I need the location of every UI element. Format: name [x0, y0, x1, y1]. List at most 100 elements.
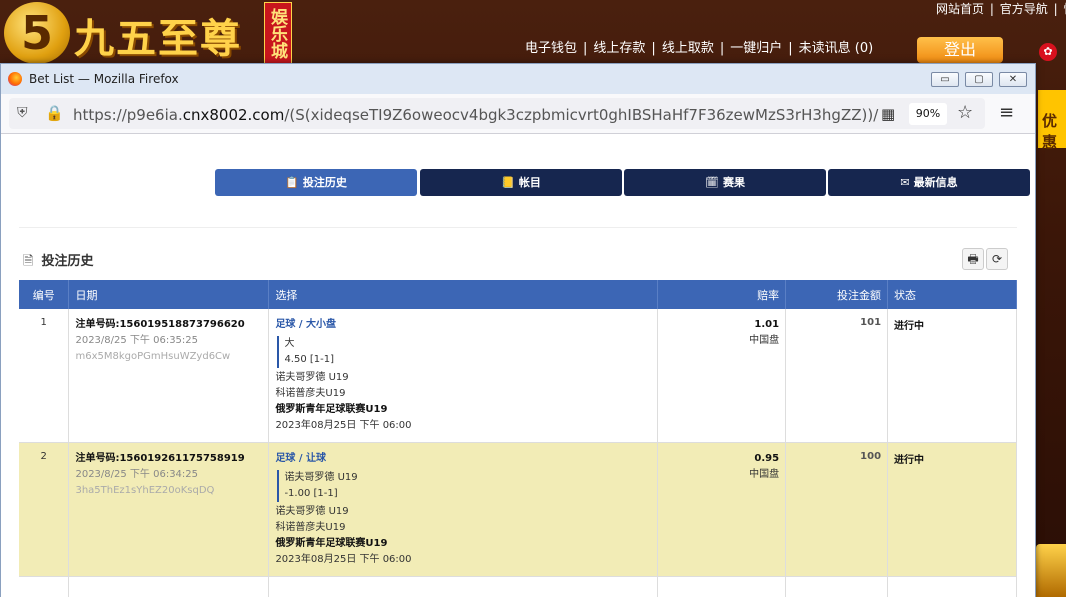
bet-line: -1.00 [1-1]	[284, 488, 338, 499]
bet-line: 4.50 [1-1]	[284, 354, 335, 365]
col-stake: 投注金额	[785, 280, 889, 309]
nav-consolidate[interactable]: 一键归户	[730, 41, 782, 56]
url-toolbar: ⛨ 🔒 https://p9e6ia.cnx8002.com/(S(xideqs…	[1, 94, 1035, 134]
bet-order-id: 注单号码:156019261175758919	[75, 453, 245, 464]
bet-stake: 100	[785, 442, 889, 577]
close-button[interactable]: ✕	[999, 72, 1027, 87]
bet-code: m6x5M8kgoPGmHsuWZyd6Cw	[75, 351, 231, 362]
bet-market: 足球 / 大小盘	[275, 319, 337, 330]
odds-type: 中国盘	[749, 469, 780, 480]
bookmark-star-icon[interactable]: ☆	[957, 102, 973, 123]
bet-number: 2	[19, 442, 70, 577]
bet-list-table: 编号 日期 选择 赔率 投注金额 状态 1 注单号码:1560195188737…	[19, 280, 1017, 597]
col-status: 状态	[887, 280, 1017, 309]
table-row: 2 注单号码:156019261175758919 2023/8/25 下午 0…	[19, 442, 1017, 577]
url-prefix: https://p9e6ia.	[73, 106, 183, 124]
firefox-icon	[8, 72, 22, 86]
tab-results[interactable]: 🗓 赛果	[624, 169, 826, 196]
stake-amount: 100	[860, 451, 882, 462]
table-header-row: 编号 日期 选择 赔率 投注金额 状态	[19, 280, 1017, 309]
url-domain: cnx8002.com	[182, 106, 285, 124]
nav-deposit[interactable]: 线上存款	[593, 41, 645, 56]
home-team: 诺夫哥罗德 U19	[275, 506, 349, 517]
away-team: 科诺普彦夫U19	[275, 522, 346, 533]
tab-label: 帐目	[518, 176, 541, 189]
brand-tag: 娱乐城	[264, 2, 292, 64]
clipboard-icon: 📋	[285, 176, 299, 189]
bet-date-cell: 注单号码:156019261175758919 2023/8/25 下午 06:…	[68, 442, 270, 577]
promo-side-tab[interactable]: 优惠	[1038, 90, 1066, 151]
tab-account[interactable]: 📒 帐目	[420, 169, 622, 196]
bet-pick: 诺夫哥罗德 U19	[284, 472, 358, 483]
hk-flag-icon[interactable]: ✿	[1039, 43, 1057, 61]
table-row	[19, 576, 1017, 597]
col-date: 日期	[68, 280, 270, 309]
divider	[19, 227, 1017, 228]
bet-status: 进行中	[887, 309, 1017, 443]
page-content: 📋 投注历史 📒 帐目 🗓 赛果 ✉ 最新信息 🗎 投注历史 🖶 ⟳ 编号 日期 选择 赔…	[1, 135, 1035, 597]
minimize-button[interactable]: ▭	[931, 72, 959, 87]
gift-icon[interactable]	[1036, 544, 1066, 597]
bet-odds-cell: 1.01 中国盘	[657, 309, 787, 443]
tab-news[interactable]: ✉ 最新信息	[828, 169, 1030, 196]
col-selection: 选择	[268, 280, 659, 309]
url-text[interactable]: https://p9e6ia.cnx8002.com/(S(xideqseTI9…	[73, 106, 879, 124]
bet-selection-cell: 足球 / 让球 诺夫哥罗德 U19 -1.00 [1-1] 诺夫哥罗德 U19 …	[268, 442, 659, 577]
account-nav: 电子钱包 | 线上存款 | 线上取款 | 一键归户 | 未读讯息 (0)	[525, 41, 874, 56]
bet-status: 进行中	[887, 442, 1017, 577]
top-links: 网站首页 | 官方导航 | 快	[936, 0, 1066, 17]
status-text: 进行中	[894, 455, 925, 466]
table-row: 1 注单号码:156019518873796620 2023/8/25 下午 0…	[19, 309, 1017, 443]
bet-pick: 大	[284, 338, 295, 349]
league-name: 俄罗斯青年足球联赛U19	[275, 404, 388, 415]
ledger-icon: 📒	[501, 176, 515, 189]
league-name: 俄罗斯青年足球联赛U19	[275, 538, 388, 549]
bet-market: 足球 / 让球	[275, 453, 327, 464]
nav-messages[interactable]: 未读讯息 (0)	[799, 41, 874, 56]
zoom-level[interactable]: 90%	[909, 103, 947, 125]
bet-odds-cell: 0.95 中国盘	[657, 442, 787, 577]
home-team: 诺夫哥罗德 U19	[275, 372, 349, 383]
bet-odds: 1.01	[754, 319, 780, 330]
odds-type: 中国盘	[749, 335, 780, 346]
section-title-text: 投注历史	[41, 254, 94, 269]
bet-order-id: 注单号码:156019518873796620	[75, 319, 245, 330]
bet-code: 3ha5ThEz1sYhEZ20oKsqDQ	[75, 485, 215, 496]
nav-wallet[interactable]: 电子钱包	[525, 41, 577, 56]
window-titlebar[interactable]: Bet List — Mozilla Firefox ▭ ▢ ✕	[1, 64, 1035, 94]
bet-odds: 0.95	[754, 453, 780, 464]
hamburger-menu-icon[interactable]: ≡	[999, 102, 1014, 123]
document-icon: 🗎	[23, 254, 34, 269]
tab-label: 最新信息	[913, 176, 958, 189]
bet-time: 2023/8/25 下午 06:34:25	[75, 469, 199, 480]
link-home[interactable]: 网站首页	[936, 2, 984, 16]
window-title: Bet List — Mozilla Firefox	[29, 72, 179, 86]
nav-withdraw[interactable]: 线上取款	[662, 41, 714, 56]
separator: |	[1053, 2, 1058, 16]
col-odds: 赔率	[657, 280, 787, 309]
kickoff-time: 2023年08月25日 下午 06:00	[275, 420, 412, 431]
bet-pick-block: 大 4.50 [1-1]	[277, 336, 651, 368]
bet-date-cell: 注单号码:156019518873796620 2023/8/25 下午 06:…	[68, 309, 270, 443]
bet-time: 2023/8/25 下午 06:35:25	[75, 335, 199, 346]
qr-code-icon[interactable]: ▦	[881, 105, 895, 123]
calendar-icon: 🗓	[705, 176, 719, 189]
brand-name: 九五至尊	[74, 15, 242, 62]
firefox-window: Bet List — Mozilla Firefox ▭ ▢ ✕ ⛨ 🔒 htt…	[0, 63, 1036, 597]
col-number: 编号	[19, 280, 70, 309]
logout-button[interactable]: 登出	[917, 37, 1003, 63]
tracking-shield-icon[interactable]: ⛨	[17, 105, 33, 123]
url-path: /(S(xideqseTI9Z6oweocv4bgk3czpbmicvrt0gh…	[284, 106, 879, 124]
maximize-button[interactable]: ▢	[965, 72, 993, 87]
tab-bet-history[interactable]: 📋 投注历史	[215, 169, 417, 196]
refresh-button[interactable]: ⟳	[986, 248, 1008, 270]
envelope-icon: ✉	[900, 176, 910, 189]
separator: |	[989, 2, 994, 16]
link-official-nav[interactable]: 官方导航	[1000, 2, 1048, 16]
print-button[interactable]: 🖶	[962, 248, 984, 270]
brand-logo[interactable]: 5	[4, 2, 70, 64]
section-title: 🗎 投注历史	[23, 250, 93, 274]
lock-icon[interactable]: 🔒	[45, 104, 64, 122]
bet-number: 1	[19, 309, 70, 443]
bet-pick-block: 诺夫哥罗德 U19 -1.00 [1-1]	[277, 470, 651, 502]
